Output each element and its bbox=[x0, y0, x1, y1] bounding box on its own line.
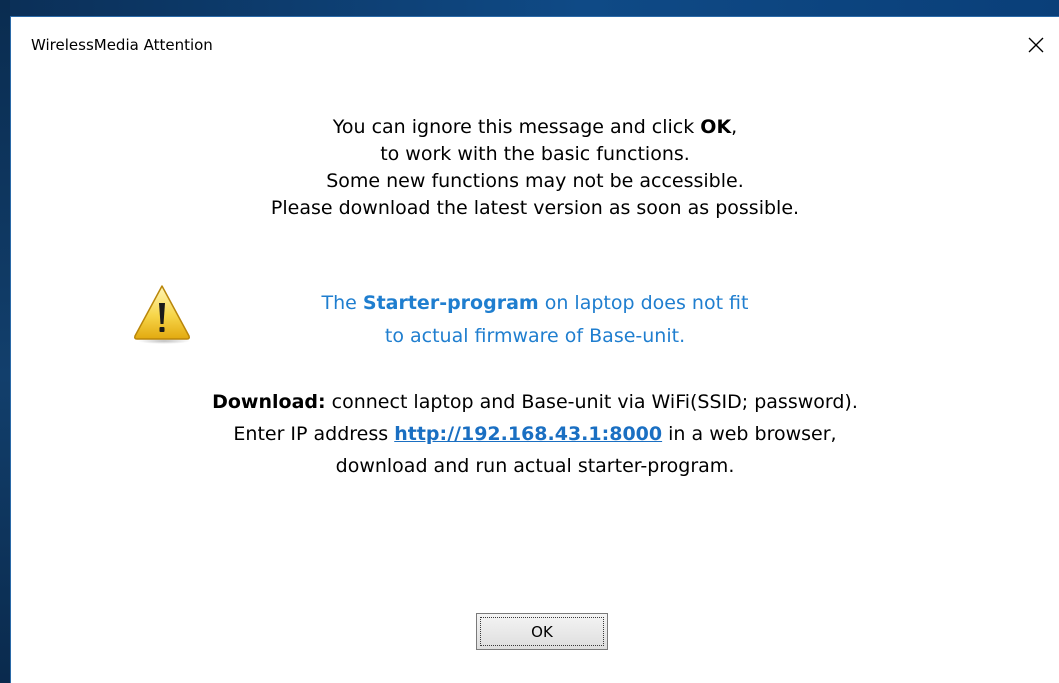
desktop-background-left bbox=[0, 0, 10, 683]
firmware-warning: The Starter-program on laptop does not f… bbox=[11, 287, 1059, 353]
dialog-title: WirelessMedia Attention bbox=[31, 36, 213, 54]
dialog-titlebar: WirelessMedia Attention bbox=[11, 17, 1059, 75]
attention-dialog: WirelessMedia Attention You can ignore t… bbox=[10, 16, 1059, 683]
ip-address-link[interactable]: http://192.168.43.1:8000 bbox=[394, 423, 662, 445]
warning-line-1: The Starter-program on laptop does not f… bbox=[321, 292, 749, 314]
message-line-4: Please download the latest version as so… bbox=[270, 197, 800, 219]
starter-program-emphasis: Starter-program bbox=[362, 292, 539, 314]
download-instructions: Download: connect laptop and Base-unit v… bbox=[11, 386, 1059, 482]
info-message: You can ignore this message and click OK… bbox=[11, 114, 1059, 222]
message-line-2: to work with the basic functions. bbox=[380, 143, 690, 165]
download-label: Download: bbox=[212, 391, 326, 413]
message-line-1: You can ignore this message and click OK… bbox=[332, 116, 738, 138]
download-line-2: Enter IP address http://192.168.43.1:800… bbox=[233, 423, 837, 445]
close-button[interactable] bbox=[1021, 30, 1051, 60]
ok-button[interactable]: OK bbox=[476, 613, 608, 650]
warning-line-2: to actual firmware of Base-unit. bbox=[384, 325, 686, 347]
ok-button-label: OK bbox=[531, 622, 553, 641]
download-line-3: download and run actual starter-program. bbox=[335, 455, 735, 477]
download-line-1: Download: connect laptop and Base-unit v… bbox=[212, 391, 858, 413]
close-icon bbox=[1028, 37, 1044, 53]
ok-emphasis: OK bbox=[700, 116, 732, 138]
desktop-background-top bbox=[0, 0, 1059, 16]
message-line-3: Some new functions may not be accessible… bbox=[326, 170, 744, 192]
